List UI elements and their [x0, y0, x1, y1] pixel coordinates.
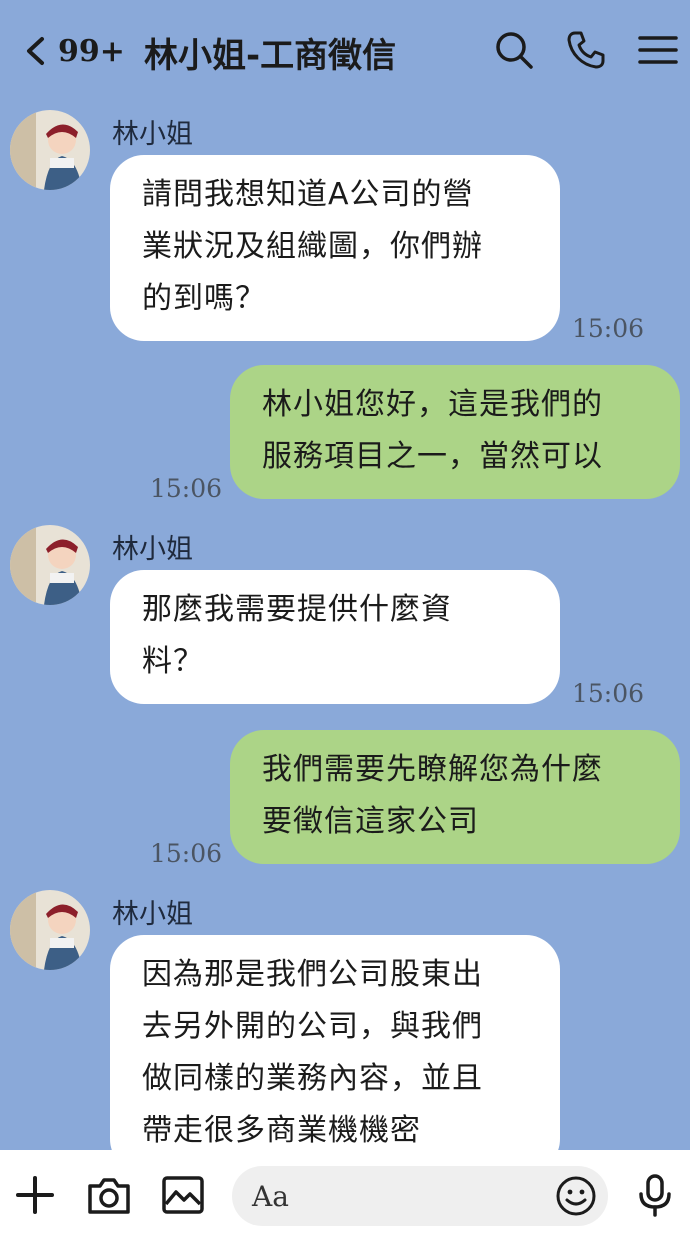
- message-time: 15:06: [150, 474, 223, 503]
- message-line: 服務項目之一，當然可以: [262, 439, 603, 474]
- message-line: 做同樣的業務內容，並且: [142, 1061, 483, 1096]
- image-icon[interactable]: [160, 1172, 206, 1218]
- message-line: 我們需要先瞭解您為什麼: [262, 752, 603, 787]
- message-time: 15:06: [150, 839, 223, 868]
- message-bubble-incoming[interactable]: 那麼我需要提供什麼資 料？: [110, 570, 560, 704]
- message-bubble-outgoing[interactable]: 我們需要先瞭解您為什麼 要徵信這家公司: [230, 730, 680, 864]
- message-line: 請問我想知道A公司的營: [142, 177, 474, 212]
- message-line: 的到嗎？: [142, 281, 266, 316]
- plus-icon[interactable]: [12, 1172, 58, 1218]
- chat-title: 林小姐-工商徵信: [144, 36, 397, 76]
- message-bubble-incoming[interactable]: 請問我想知道A公司的營 業狀況及組織圖，你們辦 的到嗎？: [110, 155, 560, 341]
- message-line: 那麼我需要提供什麼資: [142, 592, 452, 627]
- message-line: 去另外開的公司，與我們: [142, 1009, 483, 1044]
- chevron-left-icon: [27, 37, 44, 65]
- microphone-icon[interactable]: [632, 1172, 678, 1218]
- message-input-placeholder: Aa: [252, 1180, 289, 1213]
- avatar[interactable]: [10, 110, 90, 190]
- sender-name: 林小姐: [112, 119, 193, 150]
- emoji-icon[interactable]: [554, 1174, 598, 1218]
- sender-name: 林小姐: [112, 534, 193, 565]
- message-line: 因為那是我們公司股東出: [142, 957, 483, 992]
- message-line: 要徵信這家公司: [262, 804, 479, 839]
- avatar-image: [10, 525, 90, 605]
- avatar-image: [10, 110, 90, 190]
- search-icon[interactable]: [494, 30, 534, 70]
- composer-bar: Aa: [0, 1150, 690, 1242]
- message-time: 15:06: [572, 679, 645, 708]
- chat-header: 99+ 林小姐-工商徵信: [0, 0, 690, 100]
- avatar-image: [10, 890, 90, 970]
- message-line: 業狀況及組織圖，你們辦: [142, 229, 483, 264]
- message-time: 15:06: [572, 314, 645, 343]
- message-line: 料？: [142, 644, 204, 679]
- message-list[interactable]: 林小姐 請問我想知道A公司的營 業狀況及組織圖，你們辦 的到嗎？ 15:06 林…: [0, 100, 690, 1150]
- avatar[interactable]: [10, 525, 90, 605]
- message-bubble-outgoing[interactable]: 林小姐您好，這是我們的 服務項目之一，當然可以: [230, 365, 680, 499]
- phone-icon[interactable]: [566, 30, 606, 70]
- message-bubble-incoming[interactable]: 因為那是我們公司股東出 去另外開的公司，與我們 做同樣的業務內容，並且 帶走很多…: [110, 935, 560, 1150]
- unread-count: 99+: [58, 33, 125, 69]
- avatar[interactable]: [10, 890, 90, 970]
- message-input[interactable]: Aa: [232, 1166, 608, 1226]
- message-line: 帶走很多商業機機密: [142, 1113, 421, 1148]
- back-button[interactable]: 99+: [22, 26, 125, 76]
- camera-icon[interactable]: [86, 1172, 132, 1218]
- sender-name: 林小姐: [112, 899, 193, 930]
- menu-icon[interactable]: [638, 30, 678, 70]
- message-line: 林小姐您好，這是我們的: [262, 387, 603, 422]
